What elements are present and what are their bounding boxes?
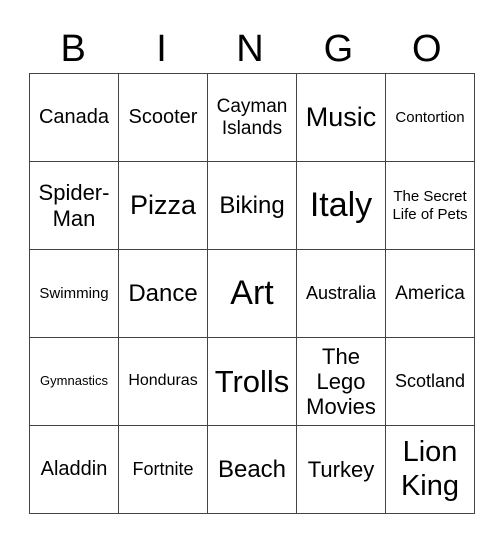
bingo-cell[interactable]: Art bbox=[207, 249, 297, 338]
header-letter-b: B bbox=[60, 28, 86, 70]
grid-row: Spider-Man Pizza Biking Italy The Secret… bbox=[29, 161, 475, 250]
bingo-cell[interactable]: The Secret Life of Pets bbox=[385, 161, 475, 250]
grid-row: Canada Scooter Cayman Islands Music Cont… bbox=[29, 73, 475, 162]
bingo-cell[interactable]: Honduras bbox=[118, 337, 208, 426]
bingo-cell[interactable]: Australia bbox=[296, 249, 386, 338]
bingo-cell[interactable]: Pizza bbox=[118, 161, 208, 250]
bingo-cell[interactable]: Turkey bbox=[296, 425, 386, 514]
grid-row: Aladdin Fortnite Beach Turkey Lion King bbox=[29, 425, 475, 514]
bingo-cell[interactable]: Aladdin bbox=[29, 425, 119, 514]
bingo-cell[interactable]: Gymnastics bbox=[29, 337, 119, 426]
header-letter-i: I bbox=[156, 28, 167, 70]
bingo-cell[interactable]: Canada bbox=[29, 73, 119, 162]
grid-row: Gymnastics Honduras Trolls The Lego Movi… bbox=[29, 337, 475, 426]
bingo-cell[interactable]: Scooter bbox=[118, 73, 208, 162]
bingo-cell[interactable]: Music bbox=[296, 73, 386, 162]
bingo-cell[interactable]: Lion King bbox=[385, 425, 475, 514]
bingo-cell[interactable]: Spider-Man bbox=[29, 161, 119, 250]
bingo-cell[interactable]: The Lego Movies bbox=[296, 337, 386, 426]
bingo-cell[interactable]: Scotland bbox=[385, 337, 475, 426]
bingo-cell[interactable]: Biking bbox=[207, 161, 297, 250]
bingo-cell[interactable]: Contortion bbox=[385, 73, 475, 162]
bingo-cell[interactable]: Cayman Islands bbox=[207, 73, 297, 162]
header-letter-g: G bbox=[323, 28, 354, 70]
header-letter-o: O bbox=[411, 28, 442, 70]
grid-row: Swimming Dance Art Australia America bbox=[29, 249, 475, 338]
bingo-cell[interactable]: Swimming bbox=[29, 249, 119, 338]
bingo-cell[interactable]: Italy bbox=[296, 161, 386, 250]
bingo-cell[interactable]: Beach bbox=[207, 425, 297, 514]
bingo-cell[interactable]: America bbox=[385, 249, 475, 338]
header-letter-n: N bbox=[236, 28, 264, 70]
bingo-header: B I N G O bbox=[29, 26, 471, 72]
bingo-grid: Canada Scooter Cayman Islands Music Cont… bbox=[29, 73, 475, 514]
bingo-cell[interactable]: Fortnite bbox=[118, 425, 208, 514]
bingo-cell[interactable]: Dance bbox=[118, 249, 208, 338]
bingo-cell[interactable]: Trolls bbox=[207, 337, 297, 426]
